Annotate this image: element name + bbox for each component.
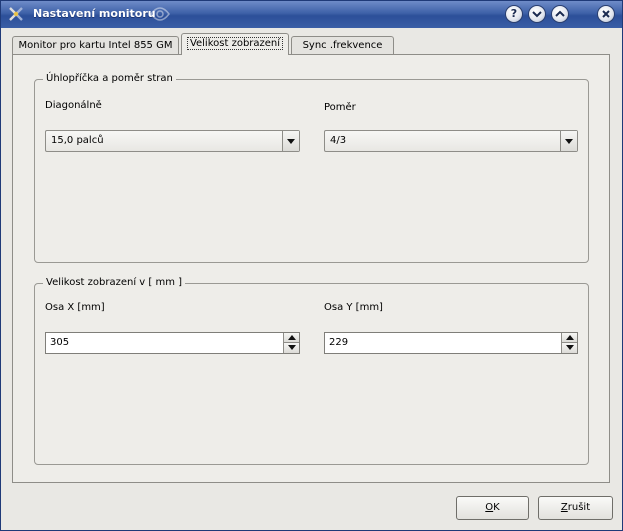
diagonal-combo-value: 15,0 palců xyxy=(51,135,104,146)
diagonal-label: Diagonálně xyxy=(45,100,102,111)
app-icon xyxy=(9,7,23,21)
x-axis-spinbox[interactable]: 305 xyxy=(45,332,300,354)
diagonal-ratio-group: Úhlopříčka a poměr stran Diagonálně 15,0… xyxy=(34,72,589,263)
tab-monitor[interactable]: Monitor pro kartu Intel 855 GM xyxy=(12,36,179,55)
x-axis-label: Osa X [mm] xyxy=(45,302,105,313)
ok-button-mnemonic: O xyxy=(485,502,494,513)
ok-button-label: K xyxy=(493,502,500,513)
y-axis-label: Osa Y [mm] xyxy=(324,302,383,313)
y-axis-spinbox[interactable]: 229 xyxy=(324,332,578,354)
tab-panel-display-size: Úhlopříčka a poměr stran Diagonálně 15,0… xyxy=(12,54,610,483)
ratio-combo-value: 4/3 xyxy=(330,135,347,146)
tab-sync-frequency[interactable]: Sync .frekvence xyxy=(291,36,394,55)
ratio-combo[interactable]: 4/3 xyxy=(324,130,578,152)
diagonal-combo-arrow-icon[interactable] xyxy=(282,131,299,151)
y-axis-increment-icon[interactable] xyxy=(561,333,577,343)
minimize-button[interactable] xyxy=(528,5,546,23)
diagonal-combo[interactable]: 15,0 palců xyxy=(45,130,300,152)
close-icon xyxy=(602,10,610,18)
cancel-button-mnemonic: Z xyxy=(560,502,568,513)
help-button[interactable]: ? xyxy=(505,5,523,23)
x-axis-increment-icon[interactable] xyxy=(283,333,299,343)
y-axis-value: 229 xyxy=(329,337,349,348)
cancel-button-label: rušit xyxy=(567,502,591,513)
ratio-label: Poměr xyxy=(324,102,356,113)
diagonal-ratio-group-title: Úhlopříčka a poměr stran xyxy=(43,72,176,86)
ratio-combo-arrow-icon[interactable] xyxy=(560,131,577,151)
cancel-button[interactable]: Zrušit xyxy=(538,496,613,520)
display-size-group: Velikost zobrazení v [ mm ] Osa X [mm] 3… xyxy=(34,276,589,465)
tab-display-size[interactable]: Velikost zobrazení xyxy=(181,33,289,55)
display-size-group-title: Velikost zobrazení v [ mm ] xyxy=(43,276,186,290)
x-axis-value: 305 xyxy=(50,337,70,348)
monitor-decoration-icon xyxy=(150,7,170,21)
ok-button[interactable]: OK xyxy=(456,496,529,520)
x-axis-decrement-icon[interactable] xyxy=(283,343,299,353)
title-bar[interactable]: Nastavení monitoru ? xyxy=(1,1,622,28)
maximize-button[interactable] xyxy=(551,5,569,23)
tab-monitor-label: Monitor pro kartu Intel 855 GM xyxy=(18,40,173,51)
close-button[interactable] xyxy=(597,5,615,23)
chevron-up-icon xyxy=(555,10,565,17)
window-title: Nastavení monitoru xyxy=(33,7,156,20)
y-axis-decrement-icon[interactable] xyxy=(561,343,577,353)
tab-sync-frequency-label: Sync .frekvence xyxy=(302,40,383,51)
dialog-window: Nastavení monitoru ? Monitor pro kartu I… xyxy=(0,0,623,531)
chevron-down-icon xyxy=(532,11,542,18)
tab-display-size-label: Velikost zobrazení xyxy=(186,37,284,50)
